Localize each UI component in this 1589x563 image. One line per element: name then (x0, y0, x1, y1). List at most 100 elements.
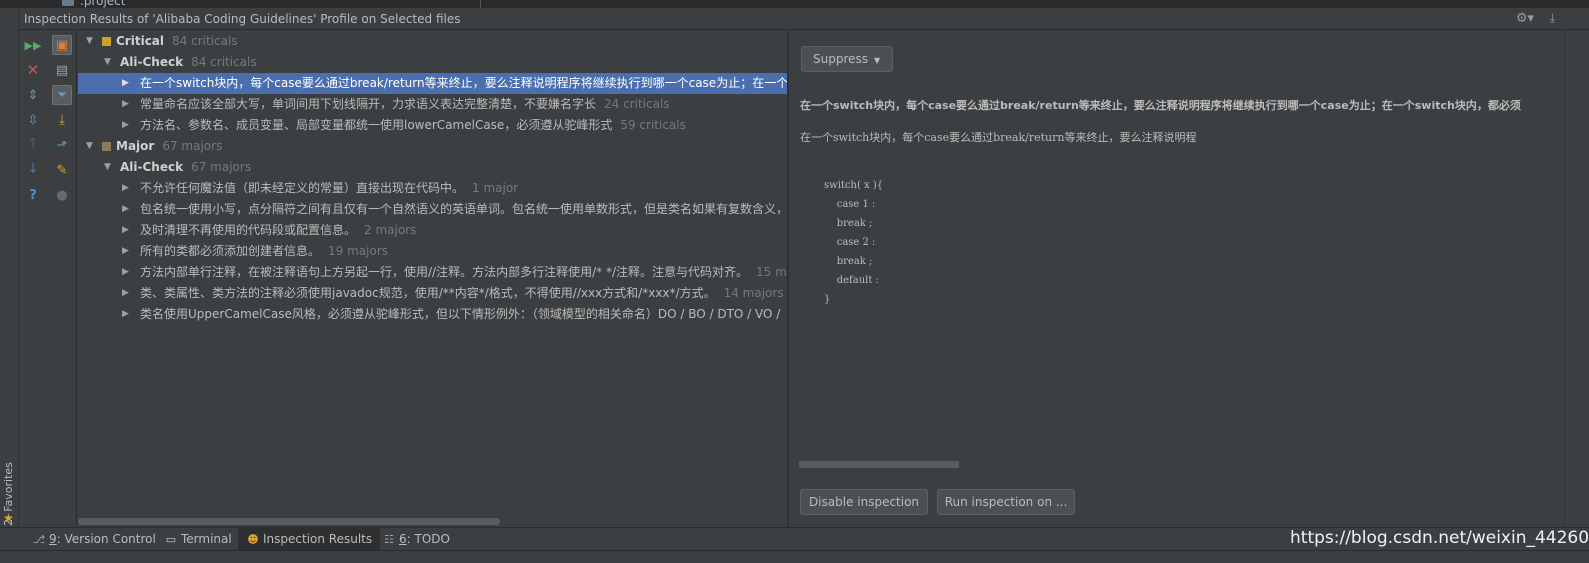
file-icon (62, 0, 74, 6)
row-label-group: 方法名、参数名、成员变量、局部变量都统一使用lowerCamelCase，必须遵… (140, 115, 686, 136)
inspection-toolbar: ▶▶ ▣ ✕ ▤ ⇕ ⏷ ⇳ ⤓ 🡑 ⬏ 🡓 ✎ ? ● (19, 31, 77, 527)
row-label: 类、类属性、类方法的注释必须使用javadoc规范，使用/**内容*/格式，不得… (140, 286, 716, 300)
run-inspection-button[interactable]: Run inspection on ... (937, 489, 1075, 515)
expand-arrow-icon[interactable]: ▶ (122, 262, 129, 283)
inspection-item-row[interactable]: ▶ 及时清理不再使用的代码段或配置信息。 2 majors (78, 220, 787, 241)
inspection-item-row[interactable]: ▶ 所有的类都必须添加创建者信息。 19 majors (78, 241, 787, 262)
collapse-arrow-icon[interactable]: ▼ (104, 52, 111, 73)
row-label-group: Ali-Check 67 majors (120, 157, 251, 178)
tree-horizontal-scrollbar[interactable] (78, 518, 500, 525)
project-file-item[interactable]: .project (80, 0, 125, 8)
expand-arrow-icon[interactable]: ▶ (122, 220, 129, 241)
star-icon: ★ (3, 511, 14, 525)
row-count: 14 majors (723, 286, 784, 300)
row-label-group: 方法内部单行注释，在被注释语句上方另起一行，使用//注释。方法内部多行注释使用/… (140, 262, 787, 283)
code-line: case 2 : (824, 237, 876, 248)
code-line: case 1 : (824, 199, 876, 210)
row-label-group: 在一个switch块内，每个case要么通过break/return等来终止，要… (140, 73, 787, 94)
severity-icon (102, 142, 111, 151)
tab-key: 9 (49, 532, 57, 546)
expand-arrow-icon[interactable]: ▶ (122, 115, 129, 136)
chevron-down-icon: ▼ (874, 56, 881, 65)
inspection-item-row[interactable]: ▶ 类、类属性、类方法的注释必须使用javadoc规范，使用/**内容*/格式，不… (78, 283, 787, 304)
row-label: 包名统一使用小写，点分隔符之间有且仅有一个自然语义的英语单词。包名统一使用单数形… (140, 202, 787, 216)
settings-wrench-icon[interactable]: ✎ (52, 160, 72, 180)
detail-horizontal-scrollbar[interactable] (799, 461, 959, 468)
close-icon[interactable]: ✕ (23, 60, 43, 80)
suppress-button[interactable]: Suppress ▼ (801, 46, 893, 72)
inspection-item-row[interactable]: ▶ 在一个switch块内，每个case要么通过break/return等来终止，… (78, 73, 787, 94)
row-label: 及时清理不再使用的代码段或配置信息。 (140, 223, 357, 237)
collapse-arrow-icon[interactable]: ▼ (86, 136, 93, 157)
expand-arrow-icon[interactable]: ▶ (122, 304, 129, 325)
rerun-icon[interactable]: ▶▶ (23, 35, 43, 55)
tab-todo[interactable]: ☷ 6: TODO (374, 528, 458, 551)
expand-arrow-icon[interactable]: ▶ (122, 73, 129, 94)
severity-row[interactable]: ▼ Critical 84 criticals (78, 31, 787, 52)
inspection-item-row[interactable]: ▶ 常量命名应该全部大写，单词间用下划线隔开，力求语义表达完整清楚，不要嫌名字长 2… (78, 94, 787, 115)
row-count: 84 criticals (191, 55, 257, 69)
tab-key: 6 (399, 532, 407, 546)
watermark-url: https://blog.csdn.net/weixin_44260298 (1290, 528, 1589, 548)
row-count: 67 majors (162, 139, 223, 153)
next-occurrence-icon[interactable]: 🡓 (23, 160, 43, 180)
row-label: 不允许任何魔法值（即未经定义的常量）直接出现在代码中。 (140, 181, 465, 195)
code-example: switch( x ){ case 1 : break ; case 2 : b… (824, 176, 883, 309)
inspection-group-row[interactable]: ▼ Ali-Check 67 majors (78, 157, 787, 178)
row-label: 方法名、参数名、成员变量、局部变量都统一使用lowerCamelCase，必须遵… (140, 118, 613, 132)
collapse-arrow-icon[interactable]: ▼ (104, 157, 111, 178)
row-count: 2 majors (364, 223, 417, 237)
prev-occurrence-icon[interactable]: 🡑 (23, 135, 43, 155)
group-by-severity-icon[interactable]: ▣ (52, 35, 72, 55)
collapse-arrow-icon[interactable]: ▼ (86, 31, 93, 52)
row-label-group: Ali-Check 84 criticals (120, 52, 257, 73)
code-line: break ; (824, 256, 873, 267)
gear-icon[interactable]: ⚙▾ (1516, 11, 1534, 26)
tab-version-control[interactable]: ⎇ 9: Version Control (24, 528, 164, 551)
export-icon[interactable]: ⤓ (52, 110, 72, 130)
tab-label: : TODO (406, 532, 450, 546)
row-label-group: 包名统一使用小写，点分隔符之间有且仅有一个自然语义的英语单词。包名统一使用单数形… (140, 199, 787, 220)
inspection-item-row[interactable]: ▶ 包名统一使用小写，点分隔符之间有且仅有一个自然语义的英语单词。包名统一使用单数… (78, 199, 787, 220)
window-title: Inspection Results of 'Alibaba Coding Gu… (24, 12, 461, 26)
row-label-group: 所有的类都必须添加创建者信息。 19 majors (140, 241, 388, 262)
inspection-item-row[interactable]: ▶ 类名使用UpperCamelCase风格，必须遵从驼峰形式，但以下情形例外：（… (78, 304, 787, 325)
tab-inspection-results[interactable]: ☻ Inspection Results (238, 528, 381, 551)
expand-arrow-icon[interactable]: ▶ (122, 178, 129, 199)
collapse-all-icon[interactable]: ⇳ (23, 110, 43, 130)
group-by-directory-icon[interactable]: ▤ (52, 60, 72, 80)
hide-panel-icon[interactable]: ⤓ (1550, 11, 1555, 26)
filter-icon[interactable]: ⏷ (52, 85, 72, 105)
severity-icon (102, 37, 111, 46)
status-bar (0, 550, 1589, 563)
expand-arrow-icon[interactable]: ▶ (122, 241, 129, 262)
tool-window-header: Inspection Results of 'Alibaba Coding Gu… (19, 8, 1589, 30)
divider (480, 0, 481, 8)
todo-icon: ☷ (384, 533, 394, 546)
help-icon[interactable]: ? (23, 185, 43, 205)
inspection-item-row[interactable]: ▶ 方法内部单行注释，在被注释语句上方另起一行，使用//注释。方法内部多行注释使用… (78, 262, 787, 283)
expand-arrow-icon[interactable]: ▶ (122, 283, 129, 304)
quickfix-bulb-icon[interactable]: ● (52, 185, 72, 205)
row-label: 常量命名应该全部大写，单词间用下划线隔开，力求语义表达完整清楚，不要嫌名字长 (140, 97, 597, 111)
project-tree-remnant: .project (0, 0, 1589, 8)
inspection-detail-panel: Suppress ▼ 在一个switch块内，每个case要么通过break/re… (789, 31, 1564, 527)
row-label-group: 类、类属性、类方法的注释必须使用javadoc规范，使用/**内容*/格式，不得… (140, 283, 784, 304)
inspection-item-row[interactable]: ▶ 方法名、参数名、成员变量、局部变量都统一使用lowerCamelCase，必须… (78, 115, 787, 136)
inspection-item-row[interactable]: ▶ 不允许任何魔法值（即未经定义的常量）直接出现在代码中。 1 major (78, 178, 787, 199)
expand-all-icon[interactable]: ⇕ (23, 85, 43, 105)
row-count: 15 maj (756, 265, 787, 279)
import-icon[interactable]: ⬏ (52, 135, 72, 155)
expand-arrow-icon[interactable]: ▶ (122, 199, 129, 220)
disable-inspection-button[interactable]: Disable inspection (800, 489, 928, 515)
expand-arrow-icon[interactable]: ▶ (122, 94, 129, 115)
version-control-icon: ⎇ (32, 533, 46, 546)
tab-terminal[interactable]: ▭ Terminal (156, 528, 240, 551)
severity-row[interactable]: ▼ Major 67 majors (78, 136, 787, 157)
terminal-icon: ▭ (165, 533, 177, 546)
row-count: 67 majors (191, 160, 252, 174)
code-line: } (824, 294, 831, 305)
row-label: 方法内部单行注释，在被注释语句上方另起一行，使用//注释。方法内部多行注释使用/… (140, 265, 748, 279)
inspection-group-row[interactable]: ▼ Ali-Check 84 criticals (78, 52, 787, 73)
right-tool-stripe (1564, 31, 1589, 527)
